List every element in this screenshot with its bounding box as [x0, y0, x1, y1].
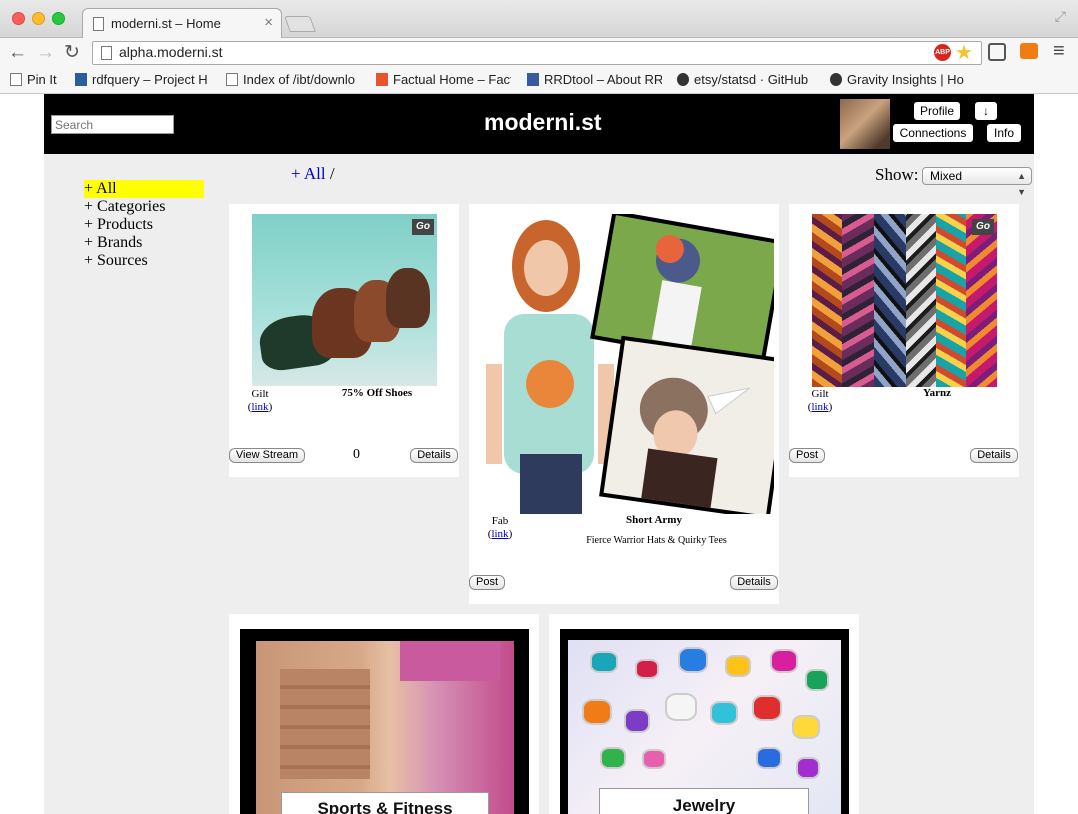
source-label: Gilt (link)	[807, 388, 833, 413]
profile-button[interactable]: Profile	[914, 102, 960, 120]
sidebar-item-all[interactable]: + All	[84, 180, 204, 198]
bookmarks-bar: Pin It rdfquery – Project H Index of /ib…	[0, 68, 1078, 94]
back-icon[interactable]: ←	[8, 41, 27, 65]
product-image[interactable]	[252, 214, 437, 386]
gravity-icon	[830, 73, 842, 86]
source-label: Gilt (link)	[247, 388, 273, 413]
page-icon	[93, 17, 104, 31]
factual-icon	[376, 73, 388, 86]
product-image-art	[486, 214, 774, 514]
address-bar[interactable]: alpha.moderni.st	[92, 41, 982, 65]
tile-image	[560, 629, 849, 814]
category-tile[interactable]: Sports & Fitness	[229, 614, 539, 814]
bookmark-item[interactable]: rdfquery – Project H	[75, 72, 210, 87]
bookmark-item[interactable]: RRDtool – About RRD	[527, 72, 662, 87]
page-icon	[101, 46, 112, 60]
fullscreen-icon[interactable]: ⤢	[1055, 8, 1066, 25]
bookmark-star-icon[interactable]: ★	[955, 40, 973, 65]
evernote-extension-icon[interactable]	[988, 43, 1006, 61]
details-button[interactable]: Details	[410, 448, 458, 463]
source-link[interactable]: link	[811, 401, 828, 413]
select-arrows-icon: ▲ ▼	[1017, 171, 1026, 197]
bookmark-item[interactable]: etsy/statsd · GitHub	[677, 72, 817, 87]
category-tile[interactable]: Jewelry	[549, 614, 859, 814]
site-logo[interactable]: moderni.st	[484, 109, 602, 136]
adblock-icon[interactable]: ABP	[934, 44, 951, 61]
sidebar-item-products[interactable]: + Products	[84, 216, 204, 234]
view-stream-button[interactable]: View Stream	[229, 448, 305, 463]
sidebar: + All + Categories + Products + Brands +…	[84, 180, 204, 270]
card-title: Short Army	[626, 514, 682, 526]
tile-image	[240, 629, 529, 814]
minimize-window-button[interactable]	[32, 12, 45, 25]
reload-icon[interactable]: ↻	[64, 41, 80, 65]
bookmark-item[interactable]: Gravity Insights | Ho	[830, 72, 965, 87]
go-button[interactable]: Go	[972, 219, 994, 235]
avatar[interactable]	[840, 99, 890, 149]
source-link[interactable]: link	[491, 528, 508, 540]
browser-tab-bar: moderni.st – Home × ⤢	[0, 0, 1078, 39]
sidebar-item-categories[interactable]: + Categories	[84, 198, 204, 216]
source-link[interactable]: link	[251, 401, 268, 413]
show-filter-select[interactable]: Mixed ▲ ▼	[922, 167, 1032, 197]
details-button[interactable]: Details	[730, 575, 778, 590]
info-button[interactable]: Info	[987, 124, 1021, 142]
show-filter-label: Show:	[875, 165, 919, 184]
product-card: Go Gilt (link) Yarnz Post Details	[789, 204, 1019, 477]
new-tab-button[interactable]	[284, 16, 316, 32]
sidebar-item-brands[interactable]: + Brands	[84, 234, 204, 252]
page-viewport: moderni.st Profile ↓ Connections Info + …	[0, 94, 1078, 814]
zoom-window-button[interactable]	[52, 12, 65, 25]
bookmark-item[interactable]: Pin It	[10, 72, 72, 87]
forward-icon[interactable]: →	[36, 41, 55, 65]
tab-title: moderni.st – Home	[111, 16, 221, 31]
page-icon	[226, 73, 238, 86]
show-filter-value: Mixed	[930, 169, 963, 183]
card-title: Yarnz	[922, 387, 952, 399]
rdfquery-icon	[75, 73, 87, 86]
menu-icon[interactable]: ≡	[1053, 40, 1065, 63]
product-image[interactable]	[812, 214, 997, 387]
tab-close-icon[interactable]: ×	[264, 14, 273, 31]
details-button[interactable]: Details	[970, 448, 1018, 463]
breadcrumb-separator: /	[329, 164, 335, 183]
close-window-button[interactable]	[12, 12, 25, 25]
search-input[interactable]	[51, 115, 174, 134]
browser-toolbar: ← → ↻ alpha.moderni.st	[0, 38, 1078, 68]
sidebar-item-sources[interactable]: + Sources	[84, 252, 204, 270]
page-icon	[10, 73, 22, 86]
bookmark-item[interactable]: Index of /ibt/downlo	[226, 72, 364, 87]
go-button[interactable]: Go	[412, 219, 434, 235]
card-subtitle: Fierce Warrior Hats & Quirky Tees	[586, 535, 727, 546]
browser-tab[interactable]: moderni.st – Home ×	[82, 8, 282, 39]
product-card: Go Gilt (link) 75% Off Shoes View Stream …	[229, 204, 459, 477]
bookmark-item[interactable]: Factual Home – Fact	[376, 72, 511, 87]
connections-button[interactable]: Connections	[893, 124, 973, 142]
site-header: moderni.st Profile ↓ Connections Info	[44, 94, 1034, 154]
product-image[interactable]	[474, 214, 774, 514]
tile-label: Sports & Fitness	[281, 792, 489, 814]
product-card: Fab (link) Short Army Fierce Warrior Hats…	[469, 204, 779, 604]
site-container: moderni.st Profile ↓ Connections Info + …	[44, 94, 1034, 814]
stream-count: 0	[353, 447, 360, 462]
tile-label: Jewelry	[599, 788, 809, 814]
breadcrumb: + All /	[291, 164, 335, 184]
post-button[interactable]: Post	[469, 575, 505, 590]
github-icon	[677, 73, 689, 86]
source-label: Fab (link)	[487, 515, 513, 540]
breadcrumb-all-link[interactable]: + All	[291, 164, 326, 183]
download-button[interactable]: ↓	[975, 102, 997, 120]
rrdtool-icon	[527, 73, 539, 86]
rss-extension-icon[interactable]	[1020, 43, 1038, 59]
card-title: 75% Off Shoes	[341, 387, 413, 399]
address-url[interactable]: alpha.moderni.st	[119, 44, 223, 60]
post-button[interactable]: Post	[789, 448, 825, 463]
